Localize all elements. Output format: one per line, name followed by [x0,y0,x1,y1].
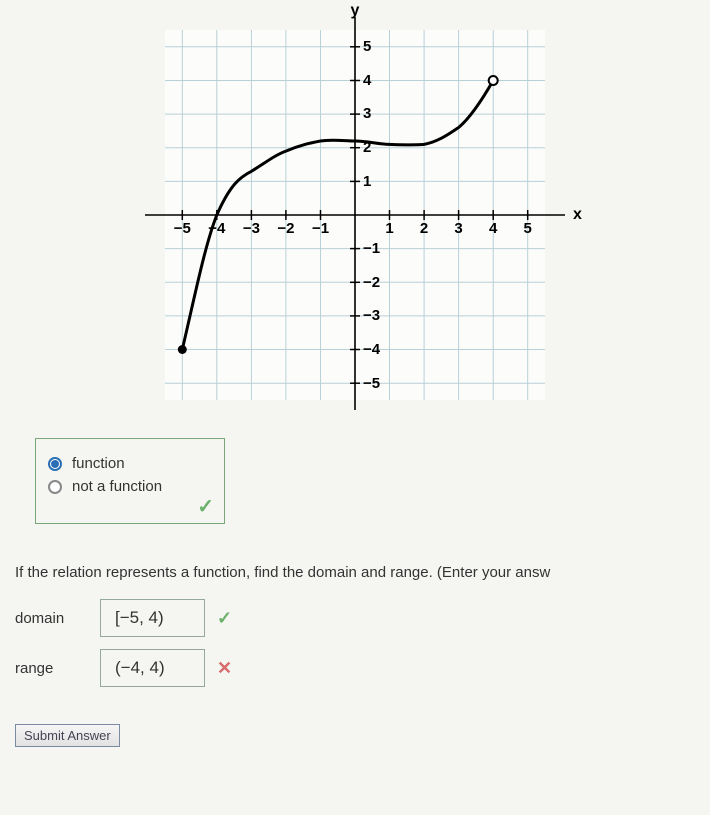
y-axis-label: y [351,5,360,19]
function-radio-group: function not a function ✓ [35,438,225,524]
svg-text:2: 2 [420,220,428,237]
svg-text:−5: −5 [174,220,191,237]
closed-endpoint-icon [178,345,187,354]
svg-text:−3: −3 [363,307,380,324]
svg-text:3: 3 [363,105,371,122]
svg-text:1: 1 [385,220,393,237]
x-icon: ✕ [217,658,232,679]
svg-text:4: 4 [363,72,372,89]
svg-text:−4: −4 [363,341,381,358]
svg-text:−1: −1 [363,240,380,257]
submit-button[interactable]: Submit Answer [15,724,120,747]
svg-text:−3: −3 [243,220,260,237]
check-icon: ✓ [197,494,214,519]
radio-not-a-function[interactable]: not a function [48,478,212,495]
svg-text:5: 5 [363,38,371,55]
radio-label-function: function [72,455,125,472]
range-label: range [15,660,100,677]
radio-function[interactable]: function [48,455,212,472]
open-endpoint-icon [489,76,498,85]
svg-text:1: 1 [363,173,371,190]
radio-label-not-function: not a function [72,478,162,495]
svg-text:−1: −1 [312,220,329,237]
domain-input[interactable]: [−5, 4) [100,599,205,637]
instruction-text: If the relation represents a function, f… [15,564,710,581]
check-icon: ✓ [217,608,232,629]
svg-text:−5: −5 [363,375,380,392]
radio-unselected-icon [48,480,62,494]
range-input[interactable]: (−4, 4) [100,649,205,687]
function-graph: −5−4−3 −2−11 234 5 543 21−1 −2−3−4 −5 y … [105,0,605,420]
domain-label: domain [15,610,100,627]
svg-text:−2: −2 [363,274,380,291]
svg-text:3: 3 [454,220,462,237]
range-row: range (−4, 4) ✕ [15,649,710,687]
x-axis-label: x [573,206,582,223]
chart-svg: −5−4−3 −2−11 234 5 543 21−1 −2−3−4 −5 y … [105,5,605,425]
radio-selected-icon [48,457,62,471]
svg-text:−2: −2 [277,220,294,237]
svg-text:4: 4 [489,220,498,237]
svg-text:5: 5 [524,220,532,237]
domain-row: domain [−5, 4) ✓ [15,599,710,637]
